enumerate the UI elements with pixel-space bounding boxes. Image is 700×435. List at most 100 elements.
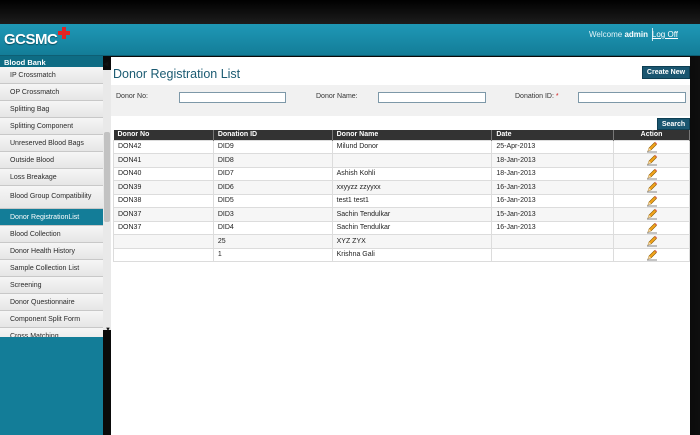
action-cell bbox=[613, 234, 690, 249]
sidebar-item[interactable]: Component Split Form bbox=[0, 311, 103, 328]
table-cell: 25 bbox=[212, 234, 333, 249]
sidebar-menu: IP Crossmatch OP Crossmatch Splitting Bag S… bbox=[0, 67, 103, 337]
table-cell bbox=[113, 234, 214, 249]
pencil-icon[interactable] bbox=[646, 181, 658, 193]
create-new-button[interactable]: Create New bbox=[642, 66, 690, 79]
table-row[interactable]: DON37 DID4 Sachin Tendulkar 16-Jan-2013 bbox=[113, 220, 690, 235]
required-marker: * bbox=[555, 93, 559, 100]
filter-bar: Donor No: Donor Name: Donation ID: * bbox=[111, 85, 690, 116]
donation-id-input[interactable] bbox=[578, 92, 686, 103]
window-top-frame bbox=[0, 0, 700, 24]
app-logo[interactable]: GCSMC bbox=[4, 27, 71, 48]
pencil-icon[interactable] bbox=[646, 195, 658, 207]
table-cell: 18-Jan-2013 bbox=[491, 153, 615, 168]
pencil-icon[interactable] bbox=[646, 222, 658, 234]
scrollbar-thumb[interactable] bbox=[104, 132, 110, 222]
pencil-icon[interactable] bbox=[646, 249, 658, 261]
table-cell: 1 bbox=[212, 247, 333, 262]
table-body: DON42 DID9 Milund Donor 25-Apr-2013 DON41 DID… bbox=[113, 139, 690, 262]
pencil-icon[interactable] bbox=[646, 154, 658, 166]
sidebar-item[interactable]: Loss Breakage bbox=[0, 169, 103, 186]
sidebar-item[interactable]: Sample Collection List bbox=[0, 260, 103, 277]
sidebar-item[interactable]: Splitting Bag bbox=[0, 101, 103, 118]
column-header[interactable]: Date bbox=[491, 130, 615, 140]
table-cell: 16-Jan-2013 bbox=[491, 180, 615, 195]
donation-id-label: Donation ID: * bbox=[515, 93, 559, 100]
donor-no-label: Donor No: bbox=[116, 93, 148, 100]
table-cell: DON38 bbox=[113, 193, 214, 208]
table-cell: test1 test1 bbox=[331, 193, 493, 208]
collapse-sidebar-icon[interactable]: ◀ bbox=[103, 60, 111, 69]
table-cell: Sachin Tendulkar bbox=[331, 220, 493, 235]
table-cell: Sachin Tendulkar bbox=[331, 207, 493, 222]
pencil-icon[interactable] bbox=[646, 235, 658, 247]
table-cell: 18-Jan-2013 bbox=[491, 166, 615, 181]
sidebar-item[interactable]: Blood Group Compatibility bbox=[0, 186, 103, 209]
action-cell bbox=[613, 180, 690, 195]
sidebar-title: Blood Bank bbox=[0, 56, 103, 67]
logoff-link[interactable]: Log Off bbox=[652, 30, 678, 39]
table-cell bbox=[491, 234, 615, 249]
app-header: GCSMC Welcome admin Log Off bbox=[0, 24, 700, 56]
table-cell: Milund Donor bbox=[331, 139, 493, 154]
table-cell: DON39 bbox=[113, 180, 214, 195]
table-row[interactable]: DON37 DID3 Sachin Tendulkar 15-Jan-2013 bbox=[113, 207, 690, 222]
sidebar-item[interactable]: Outside Blood bbox=[0, 152, 103, 169]
sidebar-item[interactable]: Donor RegistrationList bbox=[0, 209, 103, 226]
table-cell: DID6 bbox=[212, 180, 333, 195]
table-row[interactable]: 25 XYZ ZYX bbox=[113, 234, 690, 249]
red-cross-icon bbox=[58, 27, 71, 39]
sidebar-item[interactable]: Blood Collection bbox=[0, 226, 103, 243]
table-cell: DID8 bbox=[212, 153, 333, 168]
table-cell: DON41 bbox=[113, 153, 214, 168]
table-cell: XYZ ZYX bbox=[331, 234, 493, 249]
pencil-icon[interactable] bbox=[646, 141, 658, 153]
donor-name-input[interactable] bbox=[378, 92, 486, 103]
table-row[interactable]: 1 Krishna Gali bbox=[113, 247, 690, 262]
table-row[interactable]: DON41 DID8 18-Jan-2013 bbox=[113, 153, 690, 168]
sidebar-item[interactable]: IP Crossmatch bbox=[0, 67, 103, 84]
table-cell: DID3 bbox=[212, 207, 333, 222]
sidebar-item[interactable]: Screening bbox=[0, 277, 103, 294]
action-cell bbox=[613, 153, 690, 168]
search-button[interactable]: Search bbox=[657, 118, 690, 130]
action-cell bbox=[613, 139, 690, 154]
action-cell bbox=[613, 207, 690, 222]
sidebar-scrollbar[interactable] bbox=[103, 70, 111, 330]
table-cell bbox=[113, 247, 214, 262]
donor-registration-table: Donor No Donation ID Donor Name Date Act… bbox=[113, 130, 690, 262]
sidebar-item[interactable]: Donor Questionnaire bbox=[0, 294, 103, 311]
action-cell bbox=[613, 166, 690, 181]
sidebar-item[interactable]: Unreserved Blood Bags bbox=[0, 135, 103, 152]
table-cell: Ashish Kohli bbox=[331, 166, 493, 181]
column-header: Action bbox=[613, 130, 690, 140]
welcome-prefix: Welcome bbox=[589, 30, 623, 39]
table-row[interactable]: DON39 DID6 xxyyzz zzyyxx 16-Jan-2013 bbox=[113, 180, 690, 195]
table-cell: DID4 bbox=[212, 220, 333, 235]
sidebar-item[interactable]: Splitting Component bbox=[0, 118, 103, 135]
sidebar-item[interactable]: Donor Health History bbox=[0, 243, 103, 260]
sidebar-item[interactable]: Cross Matching bbox=[0, 328, 103, 337]
main-content: Donor Registration List Create New Donor… bbox=[111, 57, 690, 435]
sidebar-item[interactable]: OP Crossmatch bbox=[0, 84, 103, 101]
action-cell bbox=[613, 247, 690, 262]
logo-text: GCSMC bbox=[4, 31, 58, 48]
table-cell: DON37 bbox=[113, 220, 214, 235]
table-cell: DON37 bbox=[113, 207, 214, 222]
pencil-icon[interactable] bbox=[646, 208, 658, 220]
table-row[interactable]: DON40 DID7 Ashish Kohli 18-Jan-2013 bbox=[113, 166, 690, 181]
table-row[interactable]: DON38 DID5 test1 test1 16-Jan-2013 bbox=[113, 193, 690, 208]
sidebar-footer bbox=[0, 337, 103, 435]
welcome-message: Welcome admin bbox=[589, 30, 648, 39]
table-cell: xxyyzz zzyyxx bbox=[331, 180, 493, 195]
page-title: Donor Registration List bbox=[113, 67, 241, 81]
table-cell: 15-Jan-2013 bbox=[491, 207, 615, 222]
table-cell bbox=[491, 247, 615, 262]
table-cell: DON42 bbox=[113, 139, 214, 154]
donor-no-input[interactable] bbox=[179, 92, 286, 103]
column-header[interactable]: Donation ID bbox=[213, 130, 333, 140]
pencil-icon[interactable] bbox=[646, 168, 658, 180]
column-header[interactable]: Donor No bbox=[113, 130, 214, 140]
column-header[interactable]: Donor Name bbox=[332, 130, 493, 140]
table-row[interactable]: DON42 DID9 Milund Donor 25-Apr-2013 bbox=[113, 139, 690, 154]
